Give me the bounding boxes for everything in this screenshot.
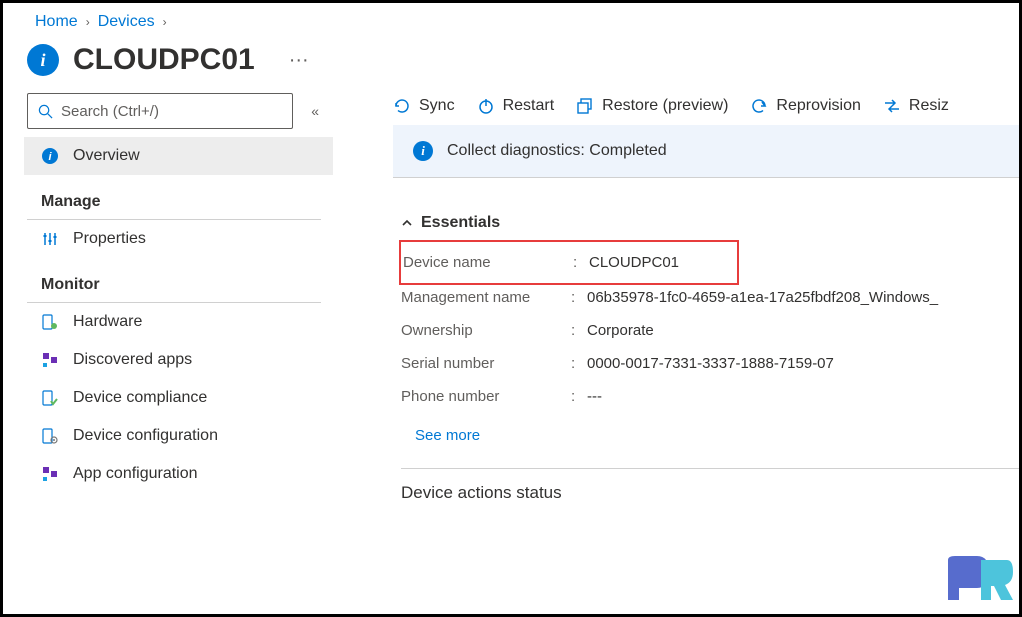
sidebar-item-label: Hardware xyxy=(73,313,142,331)
sidebar-item-label: Discovered apps xyxy=(73,351,192,369)
cmd-label: Restore (preview) xyxy=(602,97,728,115)
row-label: Serial number xyxy=(401,355,571,372)
highlighted-row: Device name : CLOUDPC01 xyxy=(399,240,739,285)
info-icon: i xyxy=(41,147,59,165)
chevron-right-icon: › xyxy=(86,15,90,29)
undo-icon xyxy=(750,97,768,115)
search-input[interactable] xyxy=(61,103,282,120)
cmd-label: Resiz xyxy=(909,97,949,115)
sidebar-item-label: App configuration xyxy=(73,465,198,483)
app-config-icon xyxy=(41,465,59,483)
sync-icon xyxy=(393,97,411,115)
more-menu-button[interactable]: ··· xyxy=(289,49,309,72)
sidebar-item-label: Overview xyxy=(73,147,140,165)
sidebar-section-monitor: Monitor xyxy=(27,258,321,303)
sync-button[interactable]: Sync xyxy=(393,97,455,115)
sidebar-item-discovered-apps[interactable]: Discovered apps xyxy=(27,341,333,379)
device-actions-status-header: Device actions status xyxy=(401,468,1019,503)
watermark-logo xyxy=(943,552,1013,608)
search-box[interactable] xyxy=(27,93,293,129)
row-value: 0000-0017-7331-3337-1888-7159-07 xyxy=(587,355,834,372)
essentials-row-device-name: Device name : CLOUDPC01 xyxy=(403,246,735,279)
sidebar-item-device-compliance[interactable]: Device compliance xyxy=(27,379,333,417)
sidebar-item-label: Properties xyxy=(73,230,146,248)
info-icon: i xyxy=(27,44,59,76)
row-label: Phone number xyxy=(401,388,571,405)
page-header: i CLOUDPC01 ··· xyxy=(3,35,1019,93)
sidebar-item-properties[interactable]: Properties xyxy=(27,220,333,258)
row-label: Device name xyxy=(403,254,573,271)
row-value: 06b35978-1fc0-4659-a1ea-17a25fbdf208_Win… xyxy=(587,289,938,306)
row-value: CLOUDPC01 xyxy=(589,254,679,271)
sidebar-item-label: Device configuration xyxy=(73,427,218,445)
essentials-row-ownership: Ownership : Corporate xyxy=(401,314,1019,347)
essentials-row-phone-number: Phone number : --- xyxy=(401,380,1019,413)
command-bar: Sync Restart Restore (preview) Reprovisi… xyxy=(393,93,1019,125)
sliders-icon xyxy=(41,230,59,248)
row-value: Corporate xyxy=(587,322,654,339)
page-title: CLOUDPC01 xyxy=(73,43,255,77)
power-icon xyxy=(477,97,495,115)
chevron-right-icon: › xyxy=(163,15,167,29)
device-icon xyxy=(41,313,59,331)
content-area: Sync Restart Restore (preview) Reprovisi… xyxy=(333,93,1019,503)
sidebar-item-device-configuration[interactable]: Device configuration xyxy=(27,417,333,455)
sidebar-item-label: Device compliance xyxy=(73,389,207,407)
resize-icon xyxy=(883,97,901,115)
sidebar-item-overview[interactable]: i Overview xyxy=(24,137,333,175)
cmd-label: Restart xyxy=(503,97,555,115)
sidebar-section-manage: Manage xyxy=(27,175,321,220)
chevron-up-icon xyxy=(401,217,413,229)
row-value: --- xyxy=(587,388,602,405)
cmd-label: Reprovision xyxy=(776,97,860,115)
row-label: Ownership xyxy=(401,322,571,339)
notification-bar: i Collect diagnostics: Completed xyxy=(393,125,1019,178)
row-label: Management name xyxy=(401,289,571,306)
resize-button[interactable]: Resiz xyxy=(883,97,949,115)
restore-button[interactable]: Restore (preview) xyxy=(576,97,728,115)
reprovision-button[interactable]: Reprovision xyxy=(750,97,860,115)
see-more-link[interactable]: See more xyxy=(401,413,480,462)
info-icon: i xyxy=(413,141,433,161)
apps-icon xyxy=(41,351,59,369)
notification-text: Collect diagnostics: Completed xyxy=(447,142,667,160)
compliance-icon xyxy=(41,389,59,407)
sidebar-item-hardware[interactable]: Hardware xyxy=(27,303,333,341)
breadcrumb-home[interactable]: Home xyxy=(35,13,78,31)
sidebar: « i Overview Manage Properties Monitor H… xyxy=(3,93,333,503)
essentials-row-serial-number: Serial number : 0000-0017-7331-3337-1888… xyxy=(401,347,1019,380)
device-config-icon xyxy=(41,427,59,445)
restart-button[interactable]: Restart xyxy=(477,97,555,115)
breadcrumb: Home › Devices › xyxy=(3,3,1019,35)
collapse-sidebar-button[interactable]: « xyxy=(305,97,325,125)
cmd-label: Sync xyxy=(419,97,455,115)
search-icon xyxy=(38,104,53,119)
restore-icon xyxy=(576,97,594,115)
essentials-row-management-name: Management name : 06b35978-1fc0-4659-a1e… xyxy=(401,281,1019,314)
breadcrumb-devices[interactable]: Devices xyxy=(98,13,155,31)
sidebar-item-app-configuration[interactable]: App configuration xyxy=(27,455,333,493)
essentials-title: Essentials xyxy=(421,214,500,232)
